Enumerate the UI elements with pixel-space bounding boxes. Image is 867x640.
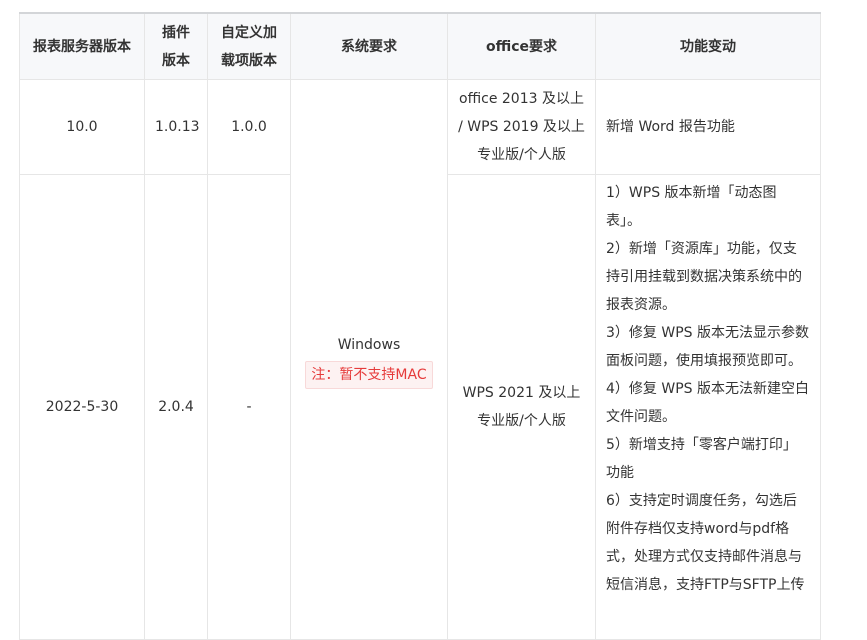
- header-plugin-version: 插件 版本: [144, 12, 208, 80]
- header-server-version: 报表服务器版本: [19, 12, 145, 80]
- cell-feature-changes: 新增 Word 报告功能: [595, 79, 821, 175]
- header-feature-changes: 功能变动: [595, 12, 821, 80]
- table-header-row: 报表服务器版本 插件 版本 自定义加 载项版本 系统要求 office要求 功能…: [19, 12, 821, 80]
- change-item: 3）修复 WPS 版本无法显示参数面板问题，使用填报预览即可。: [606, 325, 809, 369]
- change-item: 4）修复 WPS 版本无法新建空白文件问题。: [606, 381, 809, 425]
- change-item: 新增 Word 报告功能: [606, 119, 735, 135]
- cell-plugin-version: 2.0.4: [144, 174, 208, 640]
- header-plugin-version-line2: 版本: [162, 52, 190, 69]
- change-item: 2）新增「资源库」功能，仅支持引用挂载到数据决策系统中的报表资源。: [606, 241, 802, 313]
- cell-office-requirements: WPS 2021 及以上 专业版/个人版: [447, 174, 596, 640]
- change-item: 6）支持定时调度任务，勾选后附件存档仅支持word与pdf格式，处理方式仅支持邮…: [606, 493, 805, 593]
- cell-custom-addon-version: 1.0.0: [207, 79, 291, 175]
- system-os: Windows: [337, 336, 401, 353]
- table-row: 10.0 1.0.13 1.0.0 Windows 注：暂不支持MAC offi…: [19, 79, 821, 640]
- cell-system-requirements: Windows 注：暂不支持MAC: [290, 79, 448, 640]
- header-office-requirements: office要求: [447, 12, 596, 80]
- cell-plugin-version: 1.0.13: [144, 79, 208, 175]
- cell-office-requirements: office 2013 及以上 / WPS 2019 及以上 专业版/个人版: [447, 79, 596, 175]
- header-custom-addon-line1: 自定义加: [221, 24, 277, 41]
- header-system-requirements: 系统要求: [290, 12, 448, 80]
- change-item: 1）WPS 版本新增「动态图表」。: [606, 185, 777, 229]
- cell-server-version: 10.0: [19, 79, 145, 175]
- cell-custom-addon-version: -: [207, 174, 291, 640]
- header-plugin-version-line1: 插件: [162, 24, 190, 41]
- header-custom-addon-version: 自定义加 载项版本: [207, 12, 291, 80]
- cell-server-version: 2022-5-30: [19, 174, 145, 640]
- cell-feature-changes: 1）WPS 版本新增「动态图表」。 2）新增「资源库」功能，仅支持引用挂载到数据…: [595, 174, 821, 640]
- change-item: 5）新增支持「零客户端打印」功能: [606, 437, 797, 481]
- system-mac-warning: 注：暂不支持MAC: [305, 360, 433, 389]
- version-compatibility-table: 报表服务器版本 插件 版本 自定义加 载项版本 系统要求 office要求 功能…: [19, 12, 821, 640]
- header-custom-addon-line2: 载项版本: [221, 52, 277, 69]
